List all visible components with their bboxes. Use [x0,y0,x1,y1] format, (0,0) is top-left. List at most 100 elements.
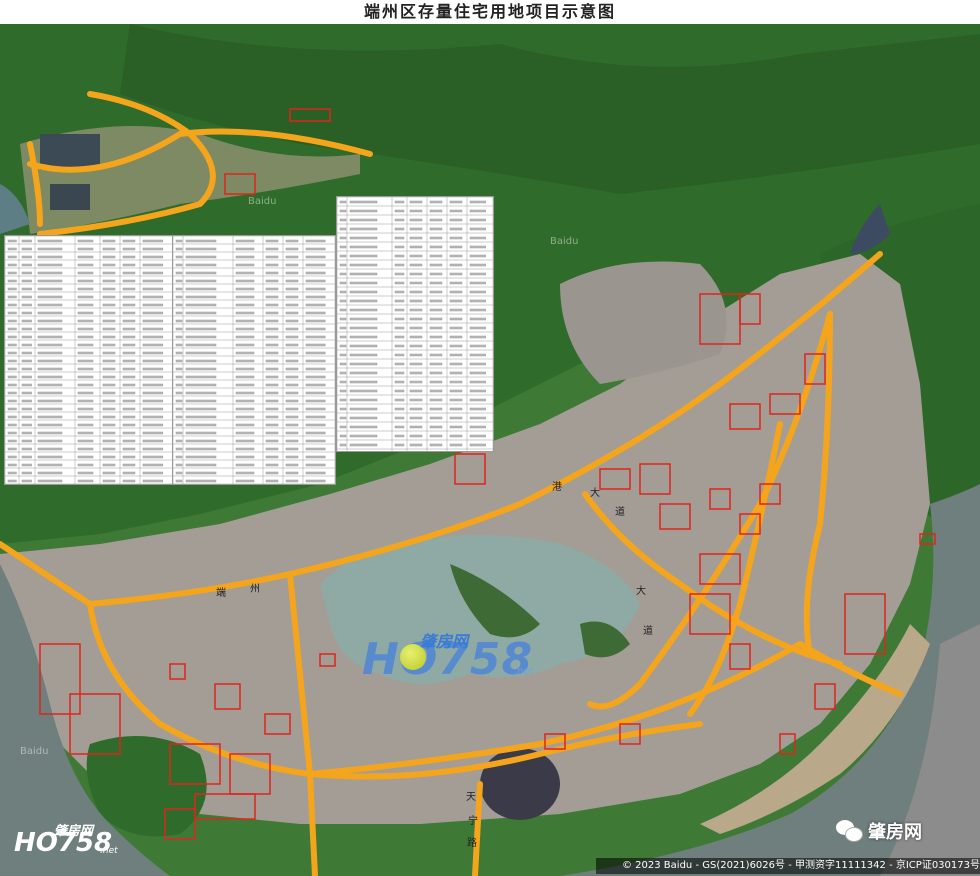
table-cell-text [339,416,347,420]
table-cell-text [394,227,405,231]
table-cell-text [429,218,443,222]
table-cell-text [37,359,63,363]
table-cell-text [102,287,116,291]
table-cell-text [305,295,326,299]
table-cell-text [394,362,405,366]
table-cell-text [235,447,255,451]
table-cell-text [122,263,136,267]
table-cell-text [102,351,116,355]
table-cell-text [469,236,486,240]
table-cell-text [339,380,347,384]
table-cell-text [429,290,443,294]
table-cell-text [285,407,299,411]
table-cell-text [429,416,443,420]
table-cell-text [409,263,423,267]
table-cell-text [285,351,299,355]
table-cell-text [7,399,17,403]
table-cell-text [122,479,136,483]
table-cell-text [77,255,94,259]
table-cell-text [21,431,32,435]
table-cell-text [122,295,136,299]
table-cell-text [7,479,17,483]
table-cell-text [349,407,378,411]
table-cell-text [305,439,326,443]
table-cell-text [21,455,32,459]
table-cell-text [409,236,423,240]
table-cell-text [7,255,17,259]
table-cell-text [185,343,217,347]
table-cell-text [175,479,183,483]
table-cell-text [77,279,94,283]
table-cell-text [37,383,63,387]
table-cell-text [305,335,326,339]
table-cell-text [349,353,378,357]
table-cell-text [185,455,217,459]
table-cell-text [185,367,217,371]
table-cell-text [285,439,299,443]
table-cell-text [77,247,94,251]
table-grid [337,197,493,451]
table-cell-text [37,455,63,459]
wechat-icon [836,820,863,842]
table-cell-text [339,443,347,447]
table-cell-text [349,218,378,222]
table-cell-text [21,255,32,259]
table-cell-text [469,326,486,330]
table-cell-text [449,398,463,402]
table-cell-text [339,362,347,366]
table-cell-text [469,362,486,366]
table-cell-text [409,335,423,339]
table-cell-text [102,303,116,307]
table-cell-text [102,383,116,387]
table-cell-text [265,479,279,483]
table-cell-text [77,415,94,419]
table-cell-text [409,425,423,429]
table-cell-text [339,326,347,330]
table-cell-text [37,319,63,323]
baidu-watermark: Baidu [20,746,48,757]
table-cell-text [7,303,17,307]
table-cell-text [429,281,443,285]
table-cell-text [37,303,63,307]
table-cell-text [185,239,217,243]
table-cell-text [102,415,116,419]
table-cell-text [185,383,217,387]
table-cell-text [102,295,116,299]
table-cell-text [285,399,299,403]
table-cell-text [265,383,279,387]
table-cell-text [469,218,486,222]
table-cell-text [285,383,299,387]
table-cell-text [142,247,164,251]
table-cell-text [142,439,164,443]
table-cell-text [429,263,443,267]
table-cell-text [235,343,255,347]
table-cell-text [409,290,423,294]
table-cell-text [77,287,94,291]
table-cell-text [394,335,405,339]
table-cell-text [175,311,183,315]
table-cell-text [265,415,279,419]
table-cell-text [7,343,17,347]
table-cell-text [394,308,405,312]
table-cell-text [409,218,423,222]
table-cell-text [235,271,255,275]
wechat-account[interactable]: 肇房网 [836,818,922,844]
table-cell-text [185,407,217,411]
table-cell-text [429,344,443,348]
table-cell-text [142,271,164,275]
table-cell-text [142,399,164,403]
table-cell-text [349,416,378,420]
table-cell-text [37,255,63,259]
table-cell-text [77,263,94,267]
table-cell-text [185,327,217,331]
table-cell-text [235,247,255,251]
table-cell-text [235,311,255,315]
table-cell-text [285,335,299,339]
table-cell-text [339,308,347,312]
table-cell-text [7,271,17,275]
table-cell-text [305,327,326,331]
table-cell-text [235,239,255,243]
table-cell-text [265,287,279,291]
table-cell-text [349,443,378,447]
table-cell-text [285,247,299,251]
